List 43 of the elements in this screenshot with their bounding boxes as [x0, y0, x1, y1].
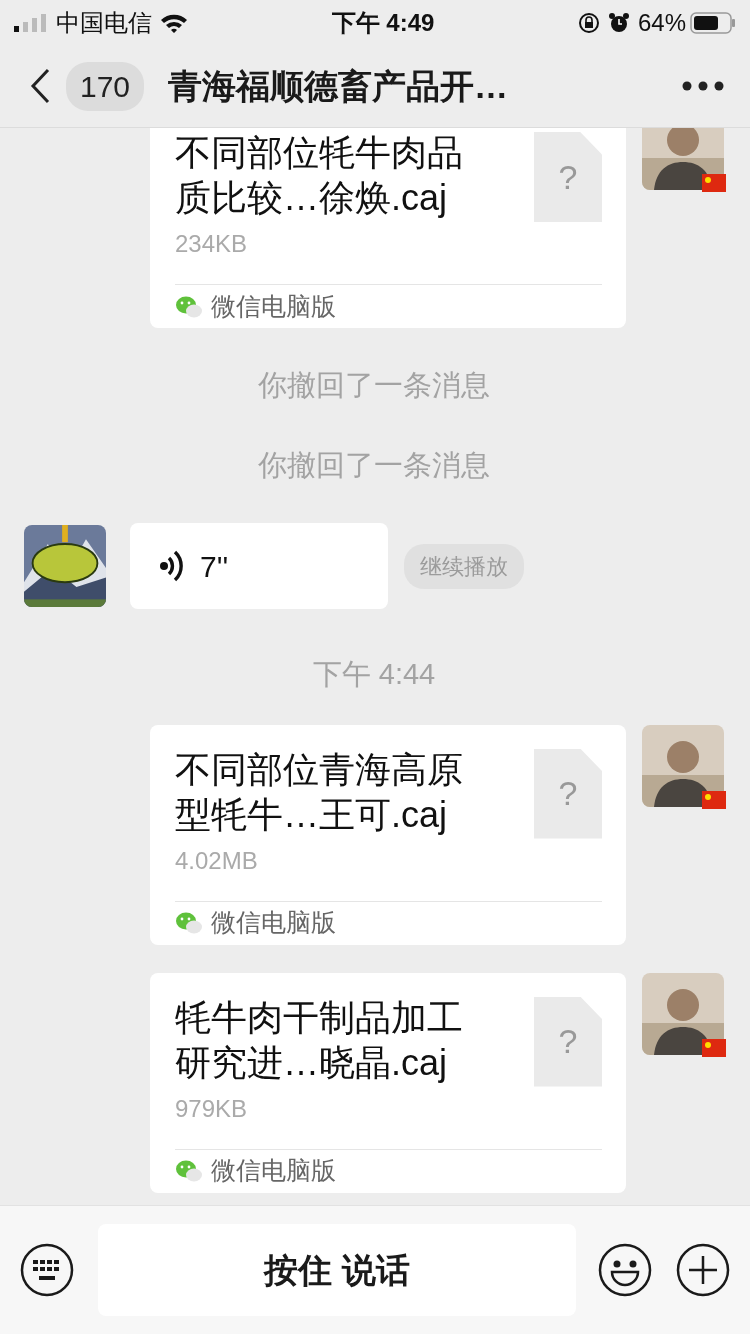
rotation-lock-icon [577, 11, 600, 34]
emoji-icon[interactable] [598, 1243, 652, 1297]
flag-icon [702, 1038, 726, 1057]
file-source: 微信电脑版 [211, 907, 336, 939]
file-name: 牦牛肉干制品加工研究进…晓晶.caj [175, 995, 464, 1085]
hold-to-talk-button[interactable]: 按住 说话 [98, 1224, 576, 1316]
signal-icon [14, 13, 48, 32]
keyboard-icon[interactable] [20, 1243, 74, 1297]
unread-count[interactable]: 170 [66, 61, 145, 111]
battery-percent: 64% [637, 7, 686, 38]
status-time: 下午 4:49 [331, 7, 435, 38]
file-name: 不同部位青海高原型牦牛…王可.caj [175, 747, 464, 837]
system-notice: 你撤回了一条消息 [257, 368, 491, 403]
voice-icon [160, 549, 184, 583]
voice-message[interactable]: 7'' [130, 523, 388, 609]
file-message[interactable]: 不同部位牦牛肉品质比较…徐焕.caj 234KB ? 微信电脑版 [150, 128, 626, 328]
file-message[interactable]: 不同部位青海高原型牦牛…王可.caj 4.02MB ? 微信电脑版 [150, 724, 626, 945]
file-name: 不同部位牦牛肉品质比较…徐焕.caj [175, 131, 464, 220]
flag-icon [702, 790, 726, 809]
file-source: 微信电脑版 [211, 1155, 336, 1187]
file-size: 4.02MB [175, 845, 259, 876]
file-icon: ? [534, 132, 602, 222]
alarm-icon [607, 11, 630, 34]
wechat-icon [175, 1159, 203, 1183]
wechat-icon [175, 911, 203, 935]
wifi-icon [160, 12, 188, 33]
chat-title: 青海福顺德畜产品开… [168, 65, 509, 107]
back-icon[interactable] [30, 68, 50, 104]
file-icon: ? [534, 996, 602, 1087]
file-size: 234KB [175, 229, 249, 259]
timestamp: 下午 4:44 [311, 657, 437, 692]
more-icon[interactable] [682, 81, 724, 91]
wechat-icon [175, 294, 203, 319]
file-source: 微信电脑版 [211, 290, 336, 322]
carrier-name: 中国电信 [56, 7, 152, 38]
file-size: 979KB [175, 1093, 249, 1124]
battery-icon [690, 11, 736, 34]
system-notice: 你撤回了一条消息 [257, 447, 491, 483]
file-icon: ? [534, 748, 602, 839]
file-message[interactable]: 牦牛肉干制品加工研究进…晓晶.caj 979KB ? 微信电脑版 [150, 972, 626, 1193]
voice-duration: 7'' [200, 548, 229, 585]
flag-icon [702, 174, 726, 192]
plus-icon[interactable] [676, 1243, 730, 1297]
